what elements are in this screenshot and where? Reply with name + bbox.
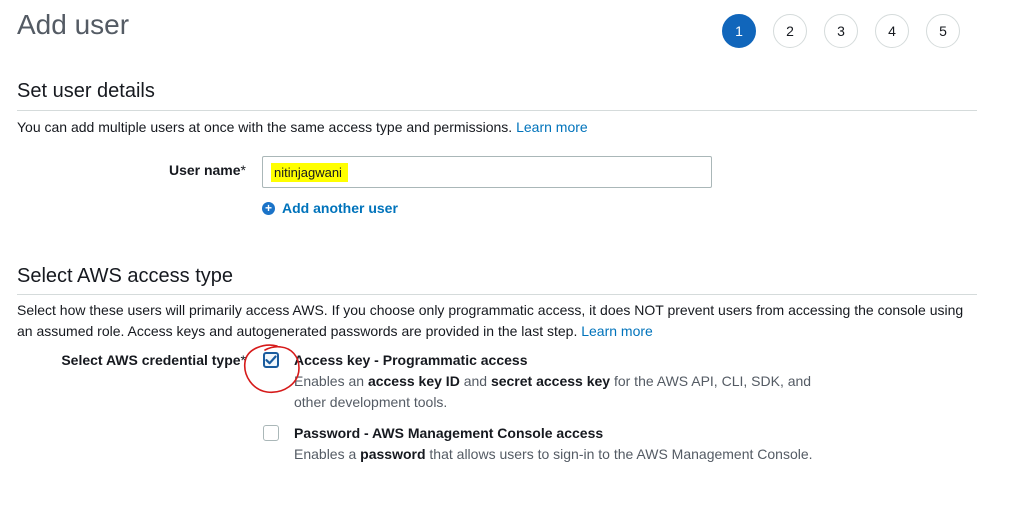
step-4[interactable]: 4 xyxy=(875,14,909,48)
user-details-text: You can add multiple users at once with … xyxy=(17,119,513,135)
wizard-steps: 1 2 3 4 5 xyxy=(722,14,960,48)
desc-bold: access key ID xyxy=(367,373,460,389)
access-type-description: Select how these users will primarily ac… xyxy=(17,300,977,342)
user-name-label-text: User name xyxy=(168,162,241,178)
learn-more-link[interactable]: Learn more xyxy=(516,119,588,135)
credential-type-label: Select AWS credential type* xyxy=(40,352,246,368)
step-2[interactable]: 2 xyxy=(773,14,807,48)
desc-bold: secret access key xyxy=(490,373,611,389)
step-1[interactable]: 1 xyxy=(722,14,756,48)
desc-text: that allows users to sign-in to the AWS … xyxy=(425,446,813,462)
step-3[interactable]: 3 xyxy=(824,14,858,48)
credential-type-label-text: Select AWS credential type xyxy=(61,352,241,368)
add-another-user-button[interactable]: + Add another user xyxy=(262,200,398,216)
plus-circle-icon: + xyxy=(262,201,275,215)
user-details-description: You can add multiple users at once with … xyxy=(17,117,977,138)
password-option-title: Password - AWS Management Console access xyxy=(294,425,604,441)
password-checkbox[interactable] xyxy=(263,425,279,441)
desc-text: Enables a xyxy=(294,446,361,462)
step-5[interactable]: 5 xyxy=(926,14,960,48)
desc-bold: password xyxy=(360,446,426,462)
user-name-label: User name* xyxy=(60,162,246,178)
access-key-option-description: Enables an access key ID and secret acce… xyxy=(294,371,834,413)
access-key-option-title: Access key - Programmatic access xyxy=(294,352,528,368)
user-details-title: Set user details xyxy=(17,80,155,102)
add-another-user-label: Add another user xyxy=(282,200,398,216)
divider xyxy=(17,110,977,111)
page-title: Add user xyxy=(17,9,130,40)
required-mark: * xyxy=(240,162,246,178)
learn-more-link[interactable]: Learn more xyxy=(581,323,653,339)
red-circle-annotation xyxy=(243,344,300,393)
desc-text: Enables an xyxy=(294,373,368,389)
access-type-text: Select how these users will primarily ac… xyxy=(17,302,964,339)
user-name-value: nitinjagwani xyxy=(271,162,348,182)
user-name-input[interactable]: nitinjagwani xyxy=(262,156,712,188)
divider xyxy=(17,294,977,295)
password-option-description: Enables a password that allows users to … xyxy=(294,444,854,465)
access-type-title: Select AWS access type xyxy=(17,265,234,287)
desc-text: and xyxy=(459,373,491,389)
